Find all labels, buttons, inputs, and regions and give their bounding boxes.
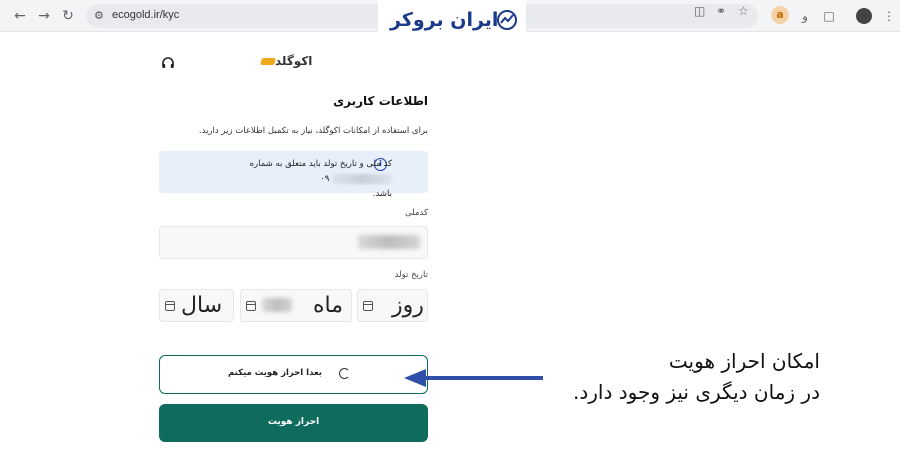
annotation-arrow [404,369,543,387]
screen-share-icon[interactable]: ◫ [694,4,705,18]
annotation-line1: امکان احراز هویت [668,349,820,373]
verify-identity-label: احراز هویت [267,417,320,427]
ecogold-logo: اکوگلد [258,54,312,68]
brand-name: ایران بروکر [390,9,499,31]
month-masked-value [262,298,292,312]
url-text[interactable]: ecogold.ir/kyc [112,9,179,21]
page-title: اطلاعات کاربری [333,94,428,108]
extension-a-icon[interactable]: a [771,6,789,24]
year-calendar-icon [165,301,175,311]
site-info-icon[interactable]: ⚙ [94,9,104,22]
month-placeholder: ماه [313,293,344,318]
support-headset-icon[interactable] [161,56,175,70]
national-code-label: کدملی [405,208,428,218]
refresh-later-icon [339,368,350,379]
national-code-masked-value [358,235,420,249]
gold-bar-icon [260,58,276,65]
year-placeholder: سال [181,293,223,318]
translate-icon[interactable]: و [796,6,814,26]
reload-icon[interactable]: ↻ [58,6,78,26]
watermark-logo: ایران بروکر [378,0,526,40]
phone-prefix: ۰۹ [320,174,330,184]
month-calendar-icon [246,301,256,311]
page-subtitle: برای استفاده از امکانات اکوگلد، نیاز به … [198,126,428,136]
extensions-puzzle-icon[interactable]: □ [820,6,838,26]
logo-text: اکوگلد [275,54,313,68]
forward-arrow-icon[interactable]: → [34,6,54,26]
info-text-line1: کد ملی و تاریخ تولد باید متعلق به شماره [249,159,392,169]
bookmark-star-icon[interactable]: ☆ [738,4,749,18]
annotation-text: امکان احراز هویت در زمان دیگری نیز وجود … [573,346,820,408]
masked-phone [332,173,392,184]
info-text-line2: باشد. [372,189,392,199]
password-key-icon[interactable]: ⚭ [716,4,726,18]
menu-kebab-icon[interactable]: ⋮ [880,6,898,26]
annotation-line2: در زمان دیگری نیز وجود دارد. [573,380,820,404]
profile-avatar[interactable] [856,8,872,24]
day-calendar-icon [363,301,373,311]
brand-logo-icon [497,10,517,30]
verify-later-label: بعدا احراز هویت میکنم [227,368,322,378]
day-placeholder: روز [392,293,424,318]
birthdate-label: تاریخ تولد [394,270,428,280]
info-message: کد ملی و تاریخ تولد باید متعلق به شماره … [192,157,392,202]
back-arrow-icon[interactable]: ← [10,6,30,26]
